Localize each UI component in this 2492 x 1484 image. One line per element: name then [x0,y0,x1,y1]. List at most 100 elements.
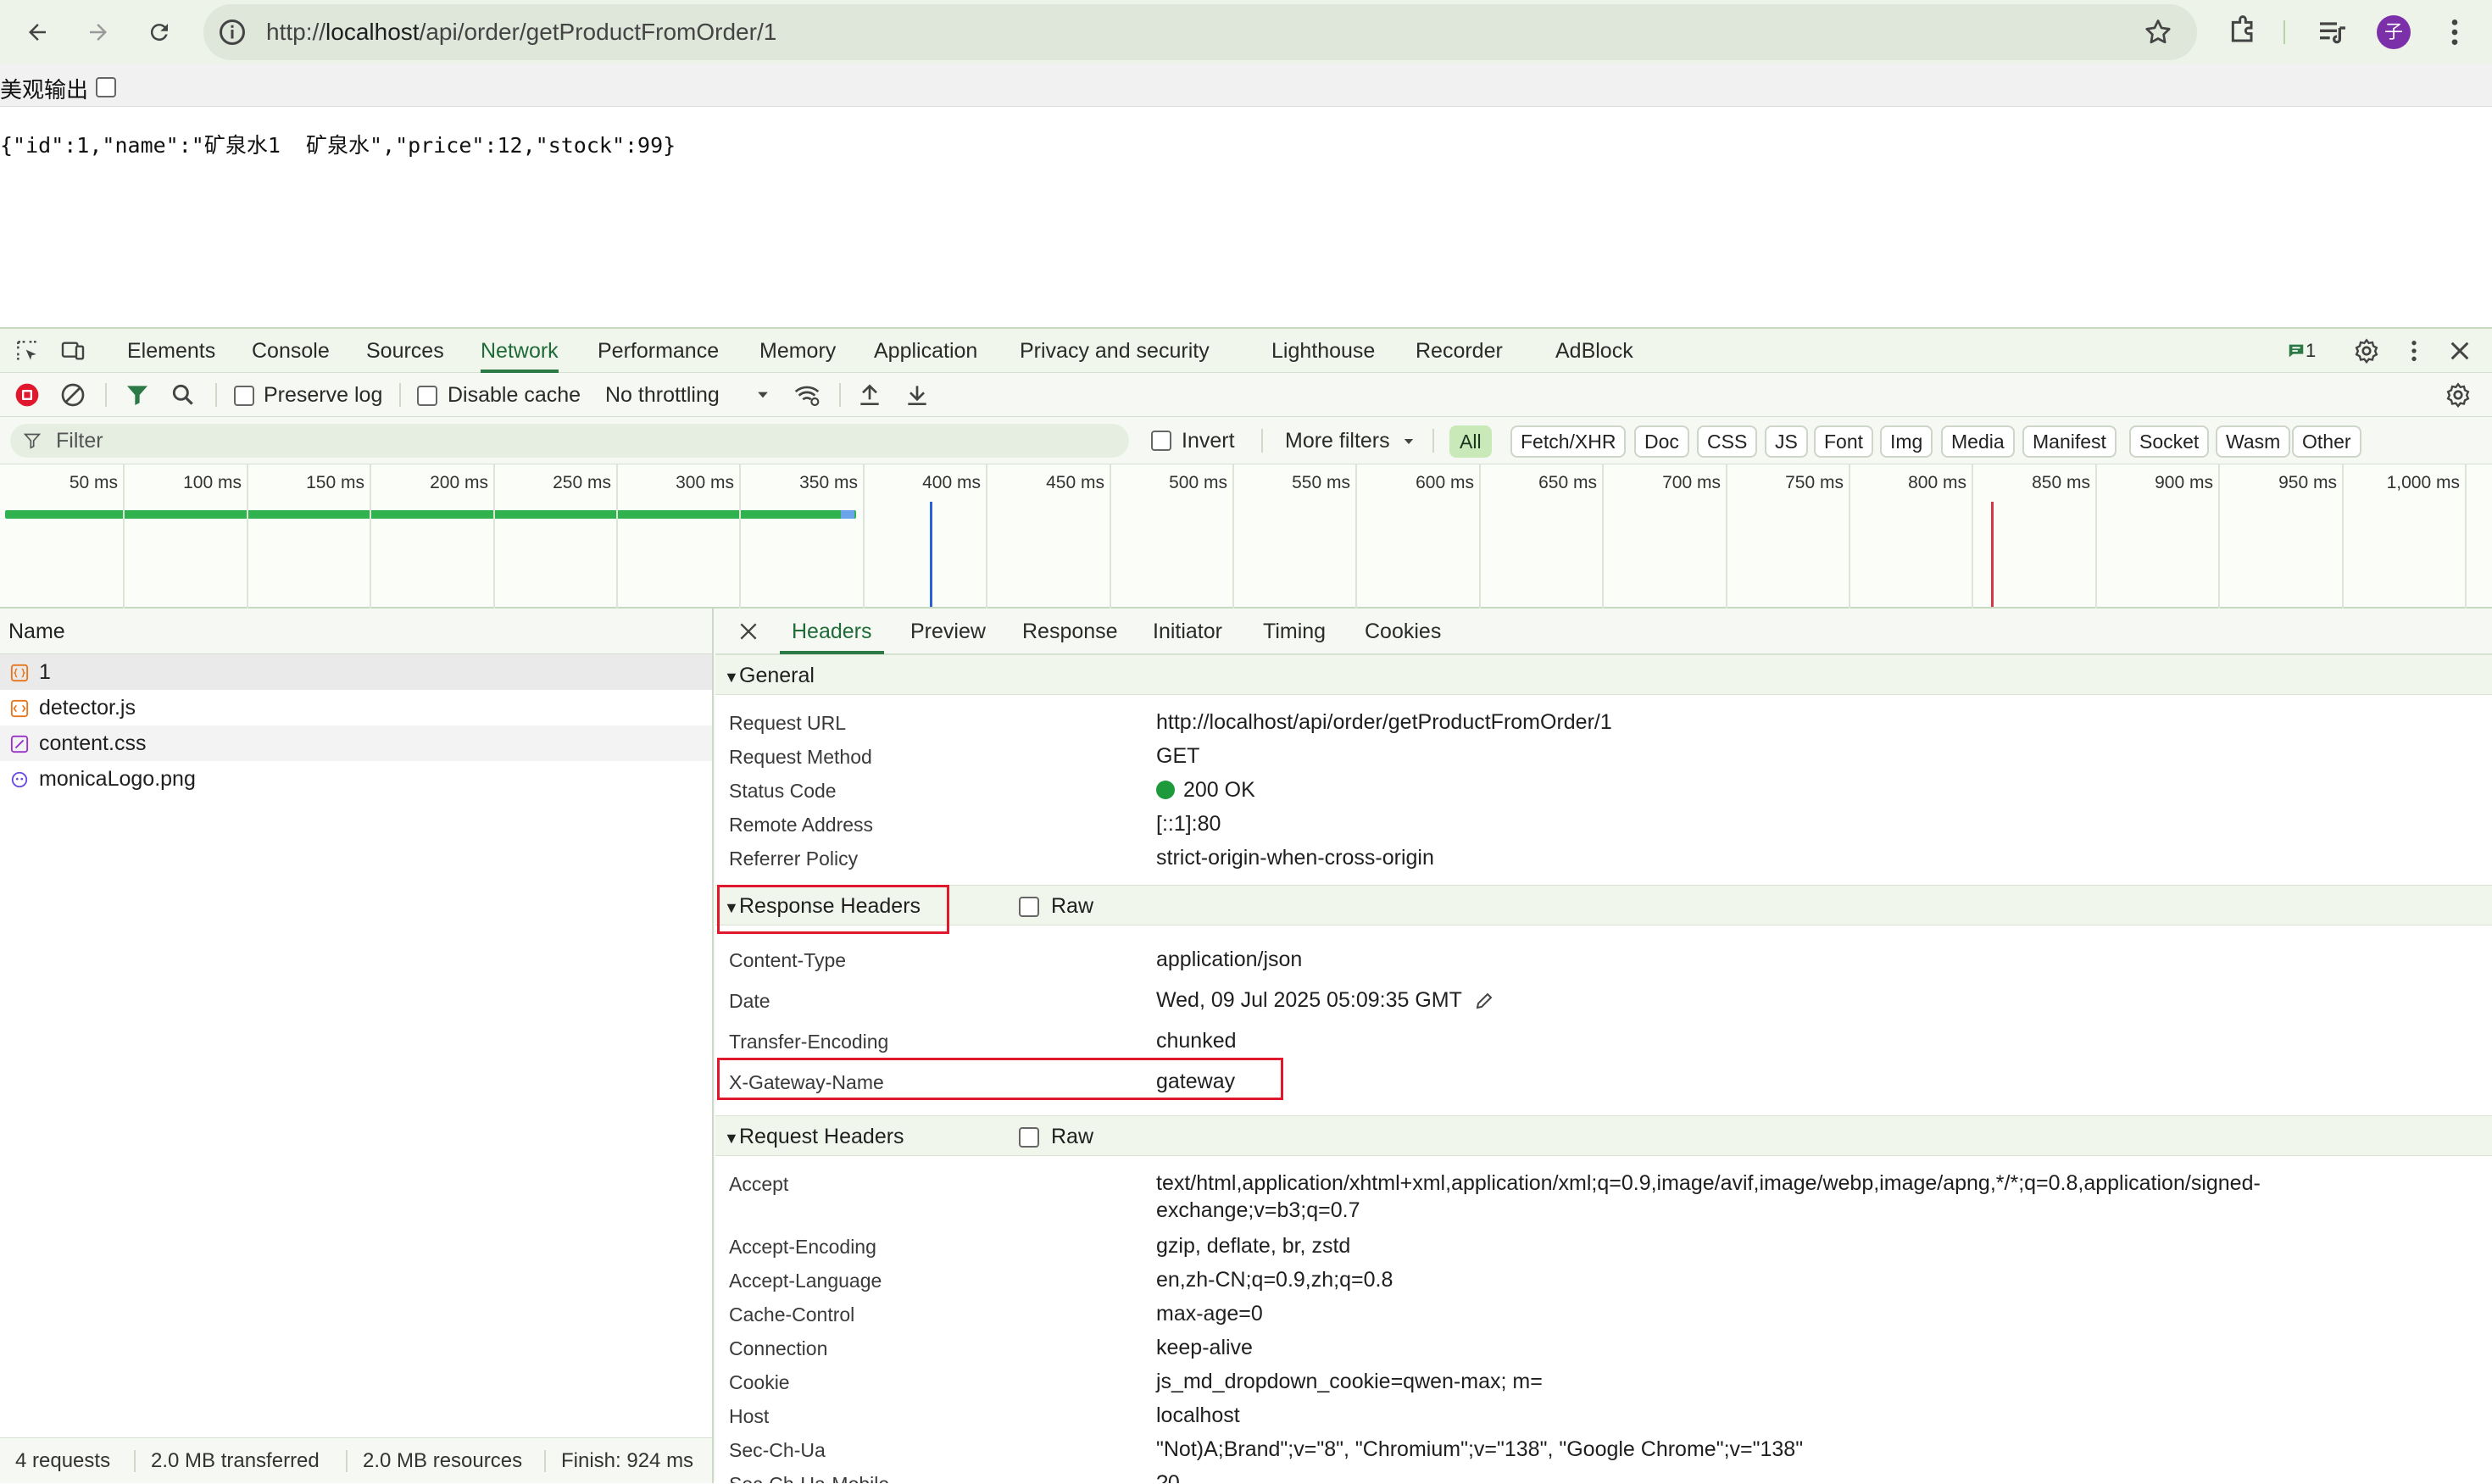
pretty-print-checkbox[interactable] [96,77,116,97]
close-devtools-icon[interactable] [2446,337,2473,364]
request-details-pane: Headers Preview Response Initiator Timin… [715,609,2492,1483]
tab-memory[interactable]: Memory [759,329,836,373]
profile-avatar[interactable]: 子 [2377,15,2411,49]
issues-counter[interactable]: 1 [2287,329,2316,373]
tab-headers[interactable]: Headers [780,609,883,654]
tab-preview[interactable]: Preview [910,609,986,654]
tab-privacy-and-security[interactable]: Privacy and security [1020,329,1210,373]
request-headers-section-header[interactable]: ▼ Request Headers Raw [715,1115,2492,1156]
filter-chip-socket[interactable]: Socket [2129,425,2210,458]
header-name: Accept-Language [729,1270,882,1292]
filter-chip-all[interactable]: All [1449,425,1492,458]
throttling-select[interactable]: No throttling [604,373,778,417]
network-conditions-icon[interactable] [793,381,820,409]
forward-button[interactable] [81,15,115,49]
request-row[interactable]: 1 [0,654,712,690]
chevron-down-icon [758,392,768,398]
filter-chip-wasm[interactable]: Wasm [2216,425,2291,458]
request-row[interactable]: monicaLogo.png [0,761,712,797]
tab-application[interactable]: Application [874,329,977,373]
request-row[interactable]: content.css [0,725,712,761]
tab-console[interactable]: Console [252,329,330,373]
inspect-element-icon[interactable] [14,337,41,364]
filter-chip-media[interactable]: Media [1941,425,2015,458]
tab-initiator[interactable]: Initiator [1153,609,1222,654]
network-settings-gear-icon[interactable] [2445,381,2472,409]
tab-timing[interactable]: Timing [1263,609,1326,654]
reload-button[interactable] [142,15,176,49]
network-overview-timeline[interactable]: 50 ms 100 ms 150 ms 200 ms 250 ms 300 ms 350 m… [0,464,2492,609]
timeline-tick-label: 600 ms [1416,473,1474,492]
toolbar-separator [105,383,107,407]
device-toolbar-icon[interactable] [59,337,86,364]
filter-chip-js[interactable]: JS [1765,425,1808,458]
filter-chip-css[interactable]: CSS [1697,425,1758,458]
filter-input[interactable]: Filter [10,424,1129,458]
header-value: "Not)A;Brand";v="8", "Chromium";v="138",… [1156,1437,1804,1461]
tab-lighthouse[interactable]: Lighthouse [1271,329,1375,373]
search-icon[interactable] [170,381,197,409]
stop-recording-icon[interactable] [14,381,41,409]
tab-elements[interactable]: Elements [127,329,215,373]
filter-chip-fetch-xhr[interactable]: Fetch/XHR [1510,425,1627,458]
timeline-gridline [2342,464,2344,609]
disable-cache-checkbox[interactable] [417,386,437,406]
filter-chip-img[interactable]: Img [1880,425,1933,458]
preserve-log-checkbox[interactable] [234,386,254,406]
toolbar-separator [215,383,217,407]
more-filters-dropdown[interactable]: More filters [1285,419,1416,463]
tab-adblock[interactable]: AdBlock [1555,329,1633,373]
raw-label: Raw [1051,894,1094,918]
invert-checkbox[interactable] [1151,431,1171,451]
timeline-gridline [616,464,618,609]
filter-funnel-icon[interactable] [124,381,151,409]
filter-bar: Filter Invert More filters All Fetch/XHR… [0,417,2492,464]
kebab-menu-icon[interactable] [2438,15,2472,49]
address-bar[interactable]: http://localhost/api/order/getProductFro… [203,4,2197,60]
site-info-icon[interactable] [217,17,248,47]
export-har-icon[interactable] [904,381,931,409]
response-raw-checkbox[interactable] [1019,897,1039,917]
header-name: Accept [729,1173,789,1195]
general-section-header[interactable]: ▼ General [715,654,2492,695]
tab-performance[interactable]: Performance [598,329,719,373]
filter-chip-doc[interactable]: Doc [1634,425,1689,458]
clear-icon[interactable] [59,381,86,409]
timeline-tick-label: 350 ms [799,473,858,492]
tab-recorder[interactable]: Recorder [1416,329,1503,373]
settings-gear-icon[interactable] [2353,337,2380,364]
filter-chip-font[interactable]: Font [1814,425,1874,458]
filter-chip-manifest[interactable]: Manifest [2022,425,2117,458]
timeline-tick-label: 900 ms [2155,473,2213,492]
url-text[interactable]: http://localhost/api/order/getProductFro… [266,4,776,60]
response-headers-section-header[interactable]: ▼ Response Headers Raw [715,885,2492,925]
media-queue-icon[interactable] [2316,15,2350,49]
devtools-panel: Elements Console Sources Network Perform… [0,327,2492,1483]
header-value: [::1]:80 [1156,812,1221,836]
tab-network[interactable]: Network [481,329,559,373]
tab-cookies[interactable]: Cookies [1365,609,1441,654]
header-value: js_md_dropdown_cookie=qwen-max; m= [1156,1370,1543,1393]
header-value: max-age=0 [1156,1302,1263,1326]
request-list-header[interactable]: Name [0,609,712,654]
more-options-icon[interactable] [2400,337,2428,364]
back-button[interactable] [20,15,54,49]
request-count: 4 requests [15,1449,111,1472]
browser-toolbar: http://localhost/api/order/getProductFro… [0,0,2492,64]
request-raw-checkbox[interactable] [1019,1127,1039,1148]
header-name: Remote Address [729,814,874,836]
import-har-icon[interactable] [856,381,883,409]
bookmark-star-icon[interactable] [2143,17,2173,47]
header-name: Content-Type [729,949,847,971]
header-value: strict-origin-when-cross-origin [1156,846,1434,870]
close-details-icon[interactable] [737,620,759,642]
request-name: detector.js [39,696,136,720]
timeline-gridline [1972,464,1973,609]
tab-response[interactable]: Response [1022,609,1118,654]
extensions-puzzle-icon[interactable] [2226,15,2260,49]
tab-sources[interactable]: Sources [366,329,444,373]
edit-pencil-icon[interactable] [1474,991,1494,1011]
filter-chip-other[interactable]: Other [2292,425,2361,458]
timeline-tick-label: 650 ms [1538,473,1597,492]
request-row[interactable]: detector.js [0,690,712,725]
